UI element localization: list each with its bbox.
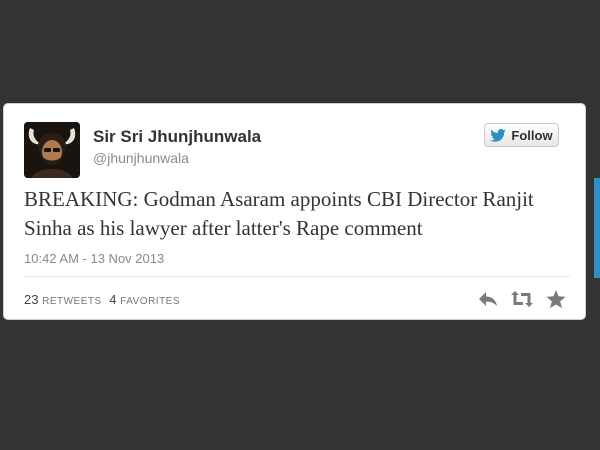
twitter-bird-icon [490, 128, 507, 142]
tweet-stats: 23 RETWEETS 4 FAVORITES [24, 292, 180, 307]
side-accent-strip [594, 178, 600, 278]
screen-name[interactable]: @jhunjhunwala [93, 150, 189, 166]
favorites-count[interactable]: 4 [109, 292, 116, 307]
favorite-star-icon[interactable] [545, 288, 567, 310]
follow-button[interactable]: Follow [484, 123, 559, 147]
divider [24, 276, 570, 277]
tweet-actions [477, 288, 567, 310]
tweet-card: Sir Sri Jhunjhunwala @jhunjhunwala Follo… [3, 103, 586, 320]
tweet-timestamp[interactable]: 10:42 AM - 13 Nov 2013 [24, 251, 164, 266]
retweet-icon[interactable] [511, 288, 533, 310]
display-name[interactable]: Sir Sri Jhunjhunwala [93, 127, 261, 147]
avatar[interactable] [24, 122, 80, 178]
favorites-label[interactable]: FAVORITES [120, 296, 180, 307]
retweets-count[interactable]: 23 [24, 292, 38, 307]
tweet-text: BREAKING: Godman Asaram appoints CBI Dir… [24, 187, 534, 240]
retweets-label[interactable]: RETWEETS [42, 296, 102, 307]
follow-button-label: Follow [511, 127, 553, 143]
reply-icon[interactable] [477, 288, 499, 310]
